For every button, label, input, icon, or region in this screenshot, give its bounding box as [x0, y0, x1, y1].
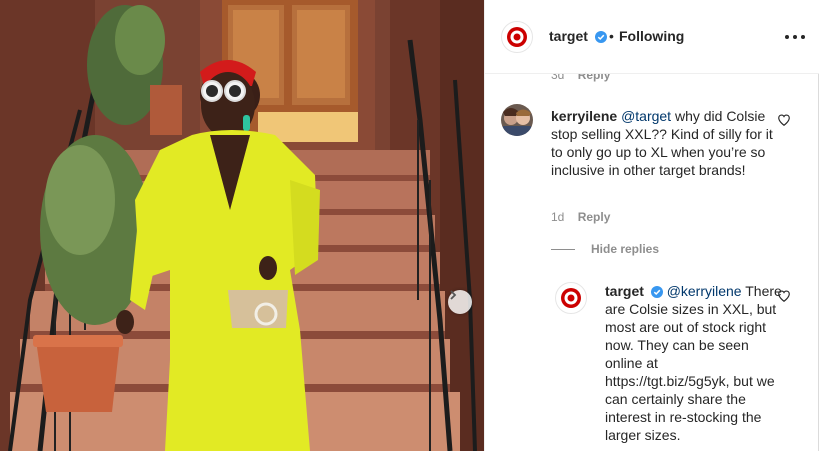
- more-options-icon[interactable]: [785, 30, 805, 44]
- reply-mention[interactable]: @kerryilene: [667, 283, 742, 299]
- post-author-name[interactable]: target: [549, 28, 588, 44]
- verified-badge-icon: [594, 31, 607, 43]
- comment-mention[interactable]: @target: [621, 108, 671, 124]
- avatar[interactable]: [501, 21, 533, 53]
- reply-text: There are Colsie sizes in XXL, but most …: [605, 283, 782, 443]
- target-logo-icon: [507, 27, 527, 47]
- hide-replies-button[interactable]: Hide replies: [551, 242, 659, 256]
- post-author[interactable]: target: [549, 28, 607, 44]
- heart-icon[interactable]: [777, 289, 791, 303]
- photo-illustration: [0, 0, 484, 451]
- header-separator: •: [609, 28, 614, 44]
- reply-link[interactable]: Reply: [578, 210, 611, 224]
- comment-username[interactable]: kerryilene: [551, 108, 617, 124]
- reply-username[interactable]: target: [605, 283, 644, 299]
- post-header: target • Following: [485, 0, 819, 74]
- divider-line: [551, 249, 575, 251]
- next-photo-button[interactable]: [448, 290, 472, 314]
- comments-panel: 3d Reply kerryilene @target why did Cols…: [484, 0, 819, 451]
- comment-meta: 1d Reply: [551, 210, 610, 224]
- avatar[interactable]: [555, 282, 587, 314]
- post-photo[interactable]: [0, 0, 484, 451]
- avatar[interactable]: [501, 104, 533, 136]
- user-avatar-photo: [501, 104, 533, 136]
- comment-time: 1d: [551, 210, 565, 224]
- comment-body: kerryilene @target why did Colsie stop s…: [551, 107, 777, 179]
- following-button[interactable]: Following: [619, 28, 684, 44]
- reply-body: target @kerryilene There are Colsie size…: [605, 282, 783, 444]
- heart-icon[interactable]: [777, 113, 791, 127]
- hide-replies-label: Hide replies: [591, 242, 660, 256]
- chevron-right-icon: [450, 290, 457, 300]
- verified-badge-icon: [650, 286, 663, 298]
- target-logo-icon: [561, 288, 581, 308]
